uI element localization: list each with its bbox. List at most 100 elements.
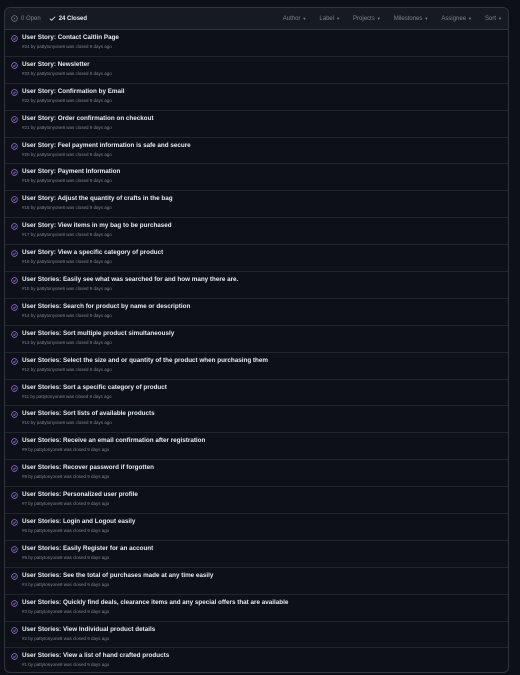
issue-closed-icon xyxy=(11,626,18,634)
open-filter[interactable]: 0 Open xyxy=(11,15,41,22)
issue-title-link[interactable]: User Stories: View Individual product de… xyxy=(22,622,508,634)
issue-row[interactable]: User Stories: Search for product by name… xyxy=(5,299,508,326)
issue-meta: #21 by pattytonyone8 was closed 9 days a… xyxy=(22,124,112,130)
projects-filter[interactable]: Projects ▼ xyxy=(353,16,381,22)
issue-row[interactable]: User Story: Payment Information #19 by pa… xyxy=(5,164,508,192)
issue-title-link[interactable]: User Story: Contact Caitlin Page xyxy=(22,30,508,42)
sort-filter-label: Sort xyxy=(485,15,497,22)
issue-closed-icon xyxy=(11,277,18,284)
issue-closed-icon xyxy=(11,546,18,553)
milestones-filter[interactable]: Milestones ▼ xyxy=(394,16,429,22)
issue-row[interactable]: User Stories: View a list of hand crafte… xyxy=(5,648,508,672)
issue-title-link[interactable]: User Story: Payment Information xyxy=(22,164,508,176)
issue-meta: #13 by pattytonyone8 was closed 9 days a… xyxy=(22,339,112,345)
issue-row[interactable]: User Story: Contact Caitlin Page #24 by p… xyxy=(5,30,508,57)
issue-title-link[interactable]: User Stories: Quickly find deals, cleara… xyxy=(22,595,508,607)
chevron-down-icon: ▼ xyxy=(498,16,502,21)
issue-title-link[interactable]: User Story: View items in my bag to be p… xyxy=(22,218,508,230)
issue-closed-icon xyxy=(11,304,18,311)
issue-row[interactable]: User Story: Confirmation by Email #22 by … xyxy=(5,84,508,111)
issue-row[interactable]: User Stories: View Individual product de… xyxy=(5,622,508,649)
issue-title-link[interactable]: User Stories: Sort multiple product simu… xyxy=(22,326,508,338)
issue-title-link[interactable]: User Stories: See the total of purchases… xyxy=(22,568,508,580)
issue-meta: #7 by pattytonyone8 was closed 9 days ag… xyxy=(22,501,110,507)
issues-box: 0 Open 24 Closed Author ▼ Label ▼ Projects… xyxy=(4,7,509,673)
issue-title-link[interactable]: User Stories: Select the size and or qua… xyxy=(22,353,508,365)
issue-title-link[interactable]: User Stories: Receive an email confirmat… xyxy=(22,433,508,445)
assignee-filter-label: Assignee xyxy=(441,15,467,22)
issue-closed-icon xyxy=(11,438,18,446)
issue-meta: #15 by pattytonyone8 was closed 9 days a… xyxy=(22,286,112,292)
issue-row[interactable]: User Story: Adjust the quantity of craft… xyxy=(5,191,508,219)
issue-closed-icon xyxy=(11,519,18,526)
issue-title-link[interactable]: User Stories: Easily see what was search… xyxy=(22,272,508,284)
issue-meta: #16 by pattytonyone8 was closed 9 days a… xyxy=(22,259,112,265)
chevron-down-icon: ▼ xyxy=(424,16,429,21)
issue-closed-icon xyxy=(11,115,18,123)
issue-title-link[interactable]: User Stories: Sort a specific category o… xyxy=(22,380,508,392)
chevron-down-icon: ▼ xyxy=(376,16,381,21)
issue-title-link[interactable]: User Story: Adjust the quantity of craft… xyxy=(22,191,508,203)
issue-closed-icon xyxy=(11,573,18,580)
assignee-filter[interactable]: Assignee ▼ xyxy=(441,16,472,22)
issue-title-link[interactable]: User Story: Order confirmation on checko… xyxy=(22,111,508,123)
issue-row[interactable]: User Stories: Easily Register for an acc… xyxy=(5,541,508,568)
issue-row[interactable]: User Stories: Receive an email confirmat… xyxy=(5,433,508,461)
issue-row[interactable]: User Stories: Personalized user profile #… xyxy=(5,487,508,515)
issue-meta: #9 by pattytonyone8 was closed 9 days ag… xyxy=(22,447,110,453)
issue-meta: #1 by pattytonyone8 was closed 9 days ag… xyxy=(22,662,110,668)
issue-title-link[interactable]: User Stories: Search for product by name… xyxy=(22,299,508,311)
sort-filter[interactable]: Sort ▼ xyxy=(485,16,502,22)
issue-open-icon xyxy=(11,15,18,22)
issue-title-link[interactable]: User Story: View a specific category of … xyxy=(22,245,508,257)
author-filter[interactable]: Author ▼ xyxy=(283,16,307,22)
issue-row[interactable]: User Stories: Recover password if forgot… xyxy=(5,460,508,488)
issue-title-link[interactable]: User Stories: Sort lists of available pr… xyxy=(22,406,508,418)
issue-title-link[interactable]: User Stories: View a list of hand crafte… xyxy=(22,648,508,660)
issue-closed-icon xyxy=(11,331,18,338)
issue-meta: #10 by pattytonyone8 was closed 9 days a… xyxy=(22,420,112,426)
issue-title-link[interactable]: User Story: Feel payment information is … xyxy=(22,138,508,150)
filter-bar: Author ▼ Label ▼ Projects ▼ Milestones ▼ Ass… xyxy=(270,16,502,22)
issue-meta: #2 by pattytonyone8 was closed 9 days ag… xyxy=(22,635,110,641)
issue-row[interactable]: User Stories: Quickly find deals, cleara… xyxy=(5,595,508,622)
issue-row[interactable]: User Stories: Sort multiple product simu… xyxy=(5,326,508,353)
issue-meta: #12 by pattytonyone8 was closed 9 days a… xyxy=(22,366,112,372)
issues-header: 0 Open 24 Closed Author ▼ Label ▼ Projects… xyxy=(5,8,508,30)
issue-row[interactable]: User Stories: Easily see what was search… xyxy=(5,272,508,299)
issue-closed-icon xyxy=(11,411,18,419)
issue-row[interactable]: User Stories: Sort a specific category o… xyxy=(5,380,508,407)
issue-row[interactable]: User Story: Feel payment information is … xyxy=(5,138,508,165)
issue-closed-icon xyxy=(11,250,18,257)
issue-row[interactable]: User Story: View items in my bag to be p… xyxy=(5,218,508,246)
issue-closed-icon xyxy=(11,223,18,230)
issue-meta: #6 by pattytonyone8 was closed 9 days ag… xyxy=(22,528,110,534)
issue-meta: #18 by pattytonyone8 was closed 9 days a… xyxy=(22,205,112,211)
issue-closed-icon xyxy=(11,357,18,365)
issue-meta: #3 by pattytonyone8 was closed 9 days ag… xyxy=(22,608,110,614)
issue-closed-icon xyxy=(11,89,18,96)
issue-row[interactable]: User Stories: Sort lists of available pr… xyxy=(5,406,508,434)
issue-row[interactable]: User Story: View a specific category of … xyxy=(5,245,508,273)
issue-closed-icon xyxy=(11,35,18,42)
issue-meta: #4 by pattytonyone8 was closed 9 days ag… xyxy=(22,581,110,587)
projects-filter-label: Projects xyxy=(353,15,375,22)
issue-title-link[interactable]: User Stories: Recover password if forgot… xyxy=(22,460,508,472)
issue-title-link[interactable]: User Story: Confirmation by Email xyxy=(22,84,508,96)
issue-title-link[interactable]: User Stories: Personalized user profile xyxy=(22,487,508,499)
issue-title-link[interactable]: User Stories: Easily Register for an acc… xyxy=(22,541,508,553)
issue-meta: #24 by pattytonyone8 was closed 9 days a… xyxy=(22,44,112,49)
issue-row[interactable]: User Stories: Select the size and or qua… xyxy=(5,353,508,380)
issue-meta: #17 by pattytonyone8 was closed 9 days a… xyxy=(22,232,112,238)
issue-closed-icon xyxy=(11,492,18,499)
label-filter-label: Label xyxy=(319,15,335,22)
issue-row[interactable]: User Story: Order confirmation on checko… xyxy=(5,111,508,138)
issue-row[interactable]: User Stories: Login and Logout easily #6 … xyxy=(5,514,508,541)
issue-row[interactable]: User Stories: See the total of purchases… xyxy=(5,568,508,595)
issue-title-link[interactable]: User Stories: Login and Logout easily xyxy=(22,514,508,526)
label-filter[interactable]: Label ▼ xyxy=(319,16,340,22)
issue-title-link[interactable]: User Story: Newsletter xyxy=(22,57,508,69)
closed-count-label: 24 Closed xyxy=(58,15,88,22)
closed-filter[interactable]: 24 Closed xyxy=(49,15,87,22)
issue-row[interactable]: User Story: Newsletter #23 by pattytonyon… xyxy=(5,57,508,84)
